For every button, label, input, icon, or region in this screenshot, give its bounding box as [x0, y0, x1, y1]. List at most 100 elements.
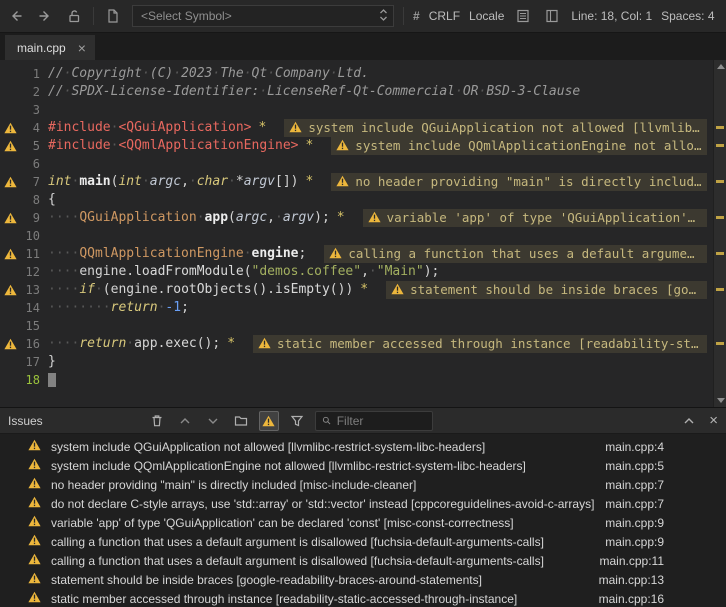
- code-token: engine.: [111, 282, 166, 297]
- issue-row[interactable]: calling a function that uses a default a…: [0, 532, 726, 551]
- line-ending-button[interactable]: CRLF: [429, 9, 460, 23]
- inline-annotation: static member accessed through instance …: [253, 335, 707, 353]
- code-token: ····: [48, 210, 79, 225]
- code-token: app: [205, 210, 228, 225]
- show-warnings-toggle[interactable]: [259, 411, 279, 431]
- editor-settings-icon[interactable]: [513, 6, 533, 26]
- previous-item-icon[interactable]: [175, 411, 195, 431]
- line-number: 13: [20, 281, 40, 299]
- issue-row[interactable]: system include QGuiApplication not allow…: [0, 437, 726, 456]
- gutter-warning-icon: [0, 248, 20, 260]
- issue-text: calling a function that uses a default a…: [51, 554, 590, 568]
- tab-main-cpp[interactable]: main.cpp ×: [5, 35, 95, 60]
- line-number: 7: [20, 173, 40, 191]
- back-button[interactable]: [6, 6, 26, 26]
- code-line[interactable]: 7int·main(int·argc,·char·*argv[])*no hea…: [0, 173, 713, 191]
- code-line[interactable]: 5#include·<QQmlApplicationEngine>*system…: [0, 137, 713, 155]
- encoding-button[interactable]: Locale: [469, 9, 504, 23]
- scrollbar-up-arrow[interactable]: [717, 64, 725, 69]
- next-item-icon[interactable]: [203, 411, 223, 431]
- code-line[interactable]: 16····return·app.exec();*static member a…: [0, 335, 713, 353]
- collapse-panel-icon[interactable]: [679, 411, 699, 431]
- issue-text: system include QGuiApplication not allow…: [51, 440, 595, 454]
- code-line[interactable]: 17}: [0, 353, 713, 371]
- filter-input[interactable]: [337, 414, 427, 428]
- line-number: 10: [20, 227, 40, 245]
- code-token: ()): [330, 282, 353, 297]
- unlock-icon[interactable]: [64, 6, 84, 26]
- issue-row[interactable]: no header providing "main" is directly i…: [0, 475, 726, 494]
- symbol-selector-value: <Select Symbol>: [141, 9, 232, 23]
- warning-icon: [28, 439, 41, 454]
- line-number: 4: [20, 119, 40, 137]
- issue-text: variable 'app' of type 'QGuiApplication'…: [51, 516, 595, 530]
- code-line[interactable]: 18: [0, 371, 713, 389]
- annotation-text: variable 'app' of type 'QGuiApplication'…: [387, 210, 707, 225]
- code-area: 1//·Copyright·(C)·2023·The·Qt·Company·Lt…: [0, 60, 726, 389]
- code-token: ,·: [267, 210, 283, 225]
- code-line[interactable]: 11····QQmlApplicationEngine·engine;calli…: [0, 245, 713, 263]
- issue-row[interactable]: statement should be inside braces [googl…: [0, 570, 726, 589]
- warning-icon: [28, 553, 41, 568]
- issue-row[interactable]: calling a function that uses a default a…: [0, 551, 726, 570]
- code-line[interactable]: 12····engine.loadFromModule("demos.coffe…: [0, 263, 713, 281]
- code-line[interactable]: 4#include·<QGuiApplication>*system inclu…: [0, 119, 713, 137]
- line-number: 12: [20, 263, 40, 281]
- code-line[interactable]: 13····if·(engine.rootObjects().isEmpty()…: [0, 281, 713, 299]
- code-line[interactable]: 14········return·-1;: [0, 299, 713, 317]
- code-line[interactable]: 3: [0, 101, 713, 119]
- issue-row[interactable]: static member accessed through instance …: [0, 589, 726, 607]
- code-editor[interactable]: 1//·Copyright·(C)·2023·The·Qt·Company·Lt…: [0, 60, 726, 407]
- clear-issues-icon[interactable]: [147, 411, 167, 431]
- code-token: int: [48, 174, 71, 189]
- annotation-text: system include QGuiApplication not allow…: [308, 120, 707, 135]
- code-line[interactable]: 15: [0, 317, 713, 335]
- line-number: 8: [20, 191, 40, 209]
- whitespace-dots: ·: [228, 174, 236, 189]
- code-line[interactable]: 2//·SPDX-License-Identifier:·LicenseRef-…: [0, 83, 713, 101]
- hash-button[interactable]: #: [413, 9, 420, 23]
- symbol-selector[interactable]: <Select Symbol>: [132, 5, 394, 27]
- whitespace-dots: ·: [212, 66, 220, 81]
- code-token: //·SPDX-License-Identifier:·LicenseRef-Q…: [48, 84, 580, 99]
- tab-bar: main.cpp ×: [0, 33, 726, 60]
- code-token: ().: [252, 282, 275, 297]
- forward-button[interactable]: [35, 6, 55, 26]
- issue-location: main.cpp:4: [605, 440, 664, 454]
- code-text: }: [48, 353, 56, 371]
- code-line[interactable]: 10: [0, 227, 713, 245]
- filter-categories-icon[interactable]: [287, 411, 307, 431]
- code-line[interactable]: 6: [0, 155, 713, 173]
- fixit-marker-icon: *: [306, 174, 314, 189]
- issue-row[interactable]: variable 'app' of type 'QGuiApplication'…: [0, 513, 726, 532]
- code-line[interactable]: 8{: [0, 191, 713, 209]
- issue-text: calling a function that uses a default a…: [51, 535, 595, 549]
- tab-label: main.cpp: [17, 41, 66, 55]
- close-panel-icon[interactable]: ×: [709, 413, 718, 428]
- code-line[interactable]: 9····QGuiApplication·app(argc,·argv);*va…: [0, 209, 713, 227]
- cursor-position-label[interactable]: Line: 18, Col: 1: [571, 9, 652, 23]
- code-token: argv: [283, 210, 314, 225]
- code-line[interactable]: 1//·Copyright·(C)·2023·The·Qt·Company·Lt…: [0, 65, 713, 83]
- issues-filter[interactable]: [315, 411, 433, 431]
- expand-folder-icon[interactable]: [231, 411, 251, 431]
- indentation-label[interactable]: Spaces: 4: [661, 9, 714, 23]
- issue-text: statement should be inside braces [googl…: [51, 573, 589, 587]
- code-token: ·: [244, 246, 252, 261]
- line-number: 5: [20, 137, 40, 155]
- code-token: //·Copyright·(C)·2023·The·Qt·Company·Ltd…: [48, 66, 369, 81]
- issue-text: do not declare C-style arrays, use 'std:…: [51, 497, 595, 511]
- tab-close-icon[interactable]: ×: [78, 41, 86, 55]
- scrollbar-down-arrow[interactable]: [717, 398, 725, 403]
- editor-scrollbar[interactable]: [713, 60, 726, 407]
- whitespace-dots: ·: [189, 174, 197, 189]
- inline-annotation: variable 'app' of type 'QGuiApplication'…: [363, 209, 707, 227]
- outline-icon[interactable]: [542, 6, 562, 26]
- code-token: #include·<QGuiApplication>: [48, 120, 252, 135]
- whitespace-dots: ·: [197, 210, 205, 225]
- issue-row[interactable]: system include QQmlApplicationEngine not…: [0, 456, 726, 475]
- code-token: ········: [48, 300, 111, 315]
- issue-row[interactable]: do not declare C-style arrays, use 'std:…: [0, 494, 726, 513]
- code-text: ····QQmlApplicationEngine·engine;: [48, 245, 306, 263]
- fixit-marker-icon: *: [360, 282, 368, 297]
